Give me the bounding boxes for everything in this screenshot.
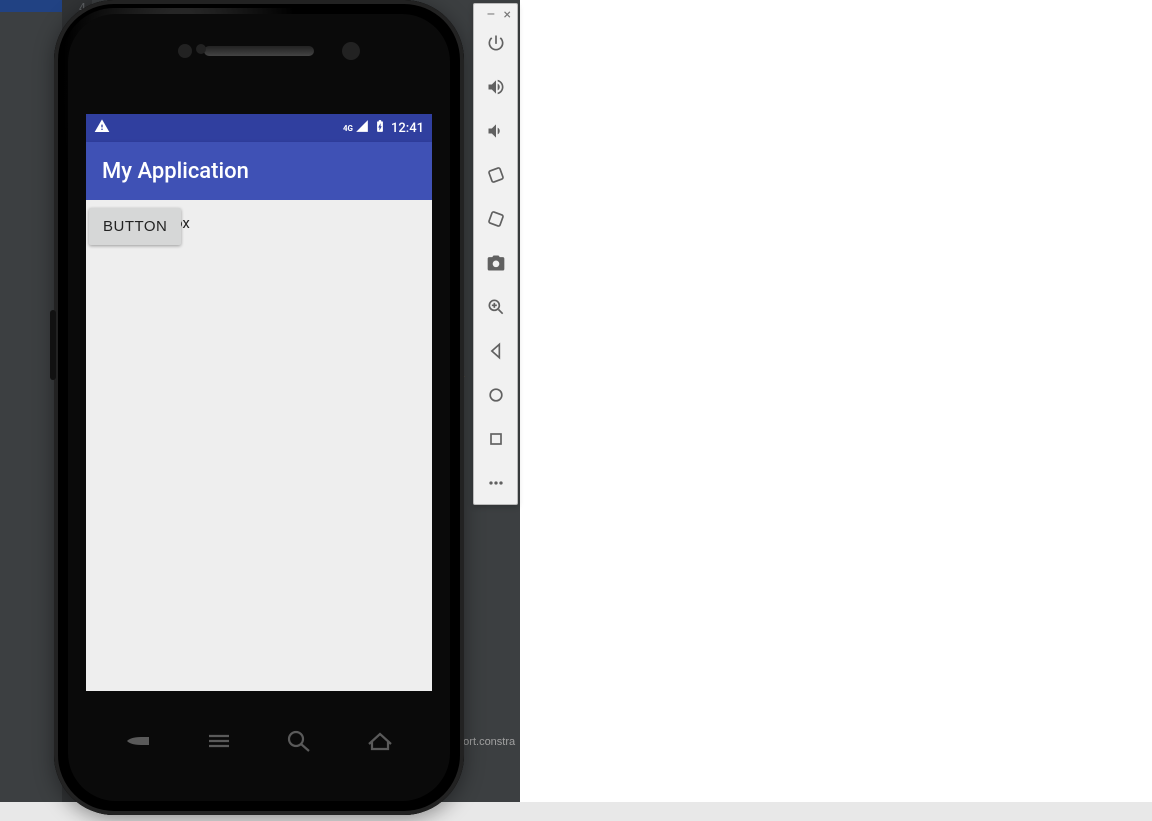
android-app-bar: My Application xyxy=(86,142,432,200)
rotate-left-button[interactable] xyxy=(485,164,507,186)
app-title: My Application xyxy=(102,159,249,184)
volume-up-button[interactable] xyxy=(485,76,507,98)
back-nav-button[interactable] xyxy=(485,340,507,362)
minimize-button[interactable]: – xyxy=(486,8,495,22)
button-widget[interactable]: BUTTON xyxy=(89,208,181,245)
network-type-label: 4G xyxy=(343,124,353,133)
screenshot-button[interactable] xyxy=(485,252,507,274)
battery-charging-icon xyxy=(373,119,387,137)
warning-icon xyxy=(94,118,110,138)
close-button[interactable]: × xyxy=(504,8,511,22)
overview-nav-button[interactable] xyxy=(485,428,507,450)
device-screen[interactable]: 4G 12:41 My Application ox BUTTON xyxy=(86,114,432,691)
android-status-bar: 4G 12:41 xyxy=(86,114,432,142)
search-soft-button[interactable] xyxy=(282,726,316,760)
device-sensor xyxy=(196,44,206,54)
emulator-device-frame: 4G 12:41 My Application ox BUTTON xyxy=(54,0,464,815)
back-soft-button[interactable] xyxy=(121,726,155,760)
menu-soft-button[interactable] xyxy=(202,726,236,760)
home-soft-button[interactable] xyxy=(363,726,397,760)
device-sensor xyxy=(178,44,192,58)
rotate-right-button[interactable] xyxy=(485,208,507,230)
android-soft-nav xyxy=(68,719,450,767)
signal-icon xyxy=(355,119,369,137)
device-side-button xyxy=(50,310,56,380)
emulator-control-panel: – × xyxy=(473,3,518,505)
zoom-button[interactable] xyxy=(485,296,507,318)
clock-label: 12:41 xyxy=(391,121,424,136)
more-options-button[interactable] xyxy=(485,472,507,494)
emulator-titlebar: – × xyxy=(474,4,517,26)
device-inner: 4G 12:41 My Application ox BUTTON xyxy=(68,14,450,801)
device-earpiece xyxy=(204,46,314,56)
power-button[interactable] xyxy=(485,32,507,54)
home-nav-button[interactable] xyxy=(485,384,507,406)
app-content-area[interactable]: ox BUTTON xyxy=(86,200,432,691)
volume-down-button[interactable] xyxy=(485,120,507,142)
ide-selected-line xyxy=(0,0,62,12)
device-front-camera xyxy=(342,42,360,60)
